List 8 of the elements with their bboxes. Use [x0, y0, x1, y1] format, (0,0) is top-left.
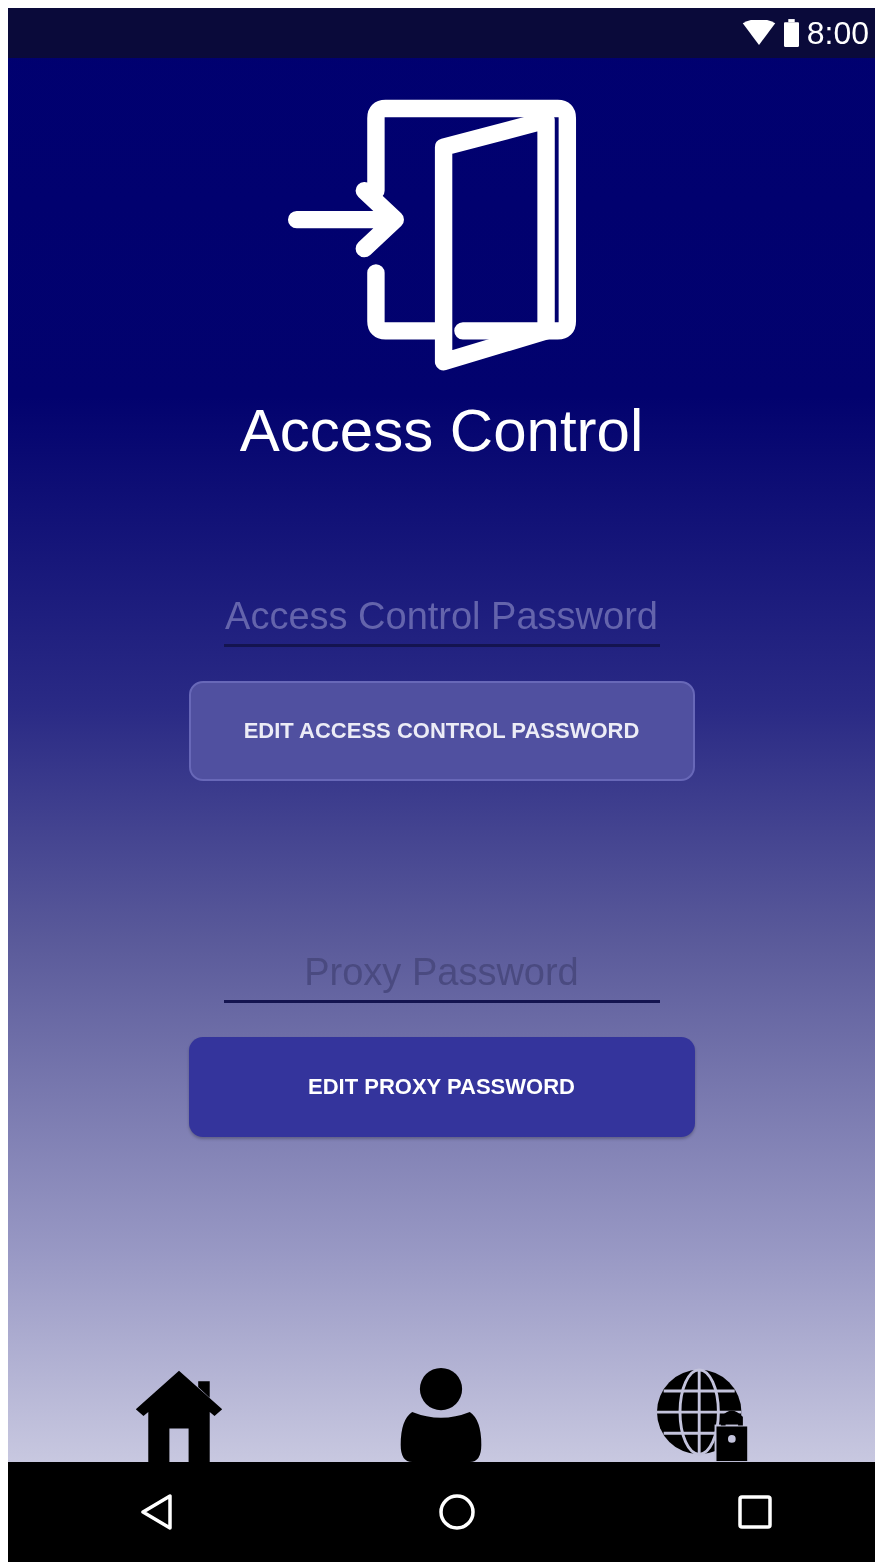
home-circle-icon[interactable]: [436, 1492, 477, 1532]
password-field[interactable]: Access Control Password: [223, 595, 660, 647]
recents-icon[interactable]: [735, 1492, 775, 1532]
wifi-icon: [741, 20, 776, 46]
clock-time: 8:00: [806, 14, 869, 52]
app-title: Access Control: [239, 396, 644, 465]
battery-icon: [783, 19, 799, 47]
edit-password-button[interactable]: EDIT PROXY PASSWORD: [188, 1037, 695, 1137]
